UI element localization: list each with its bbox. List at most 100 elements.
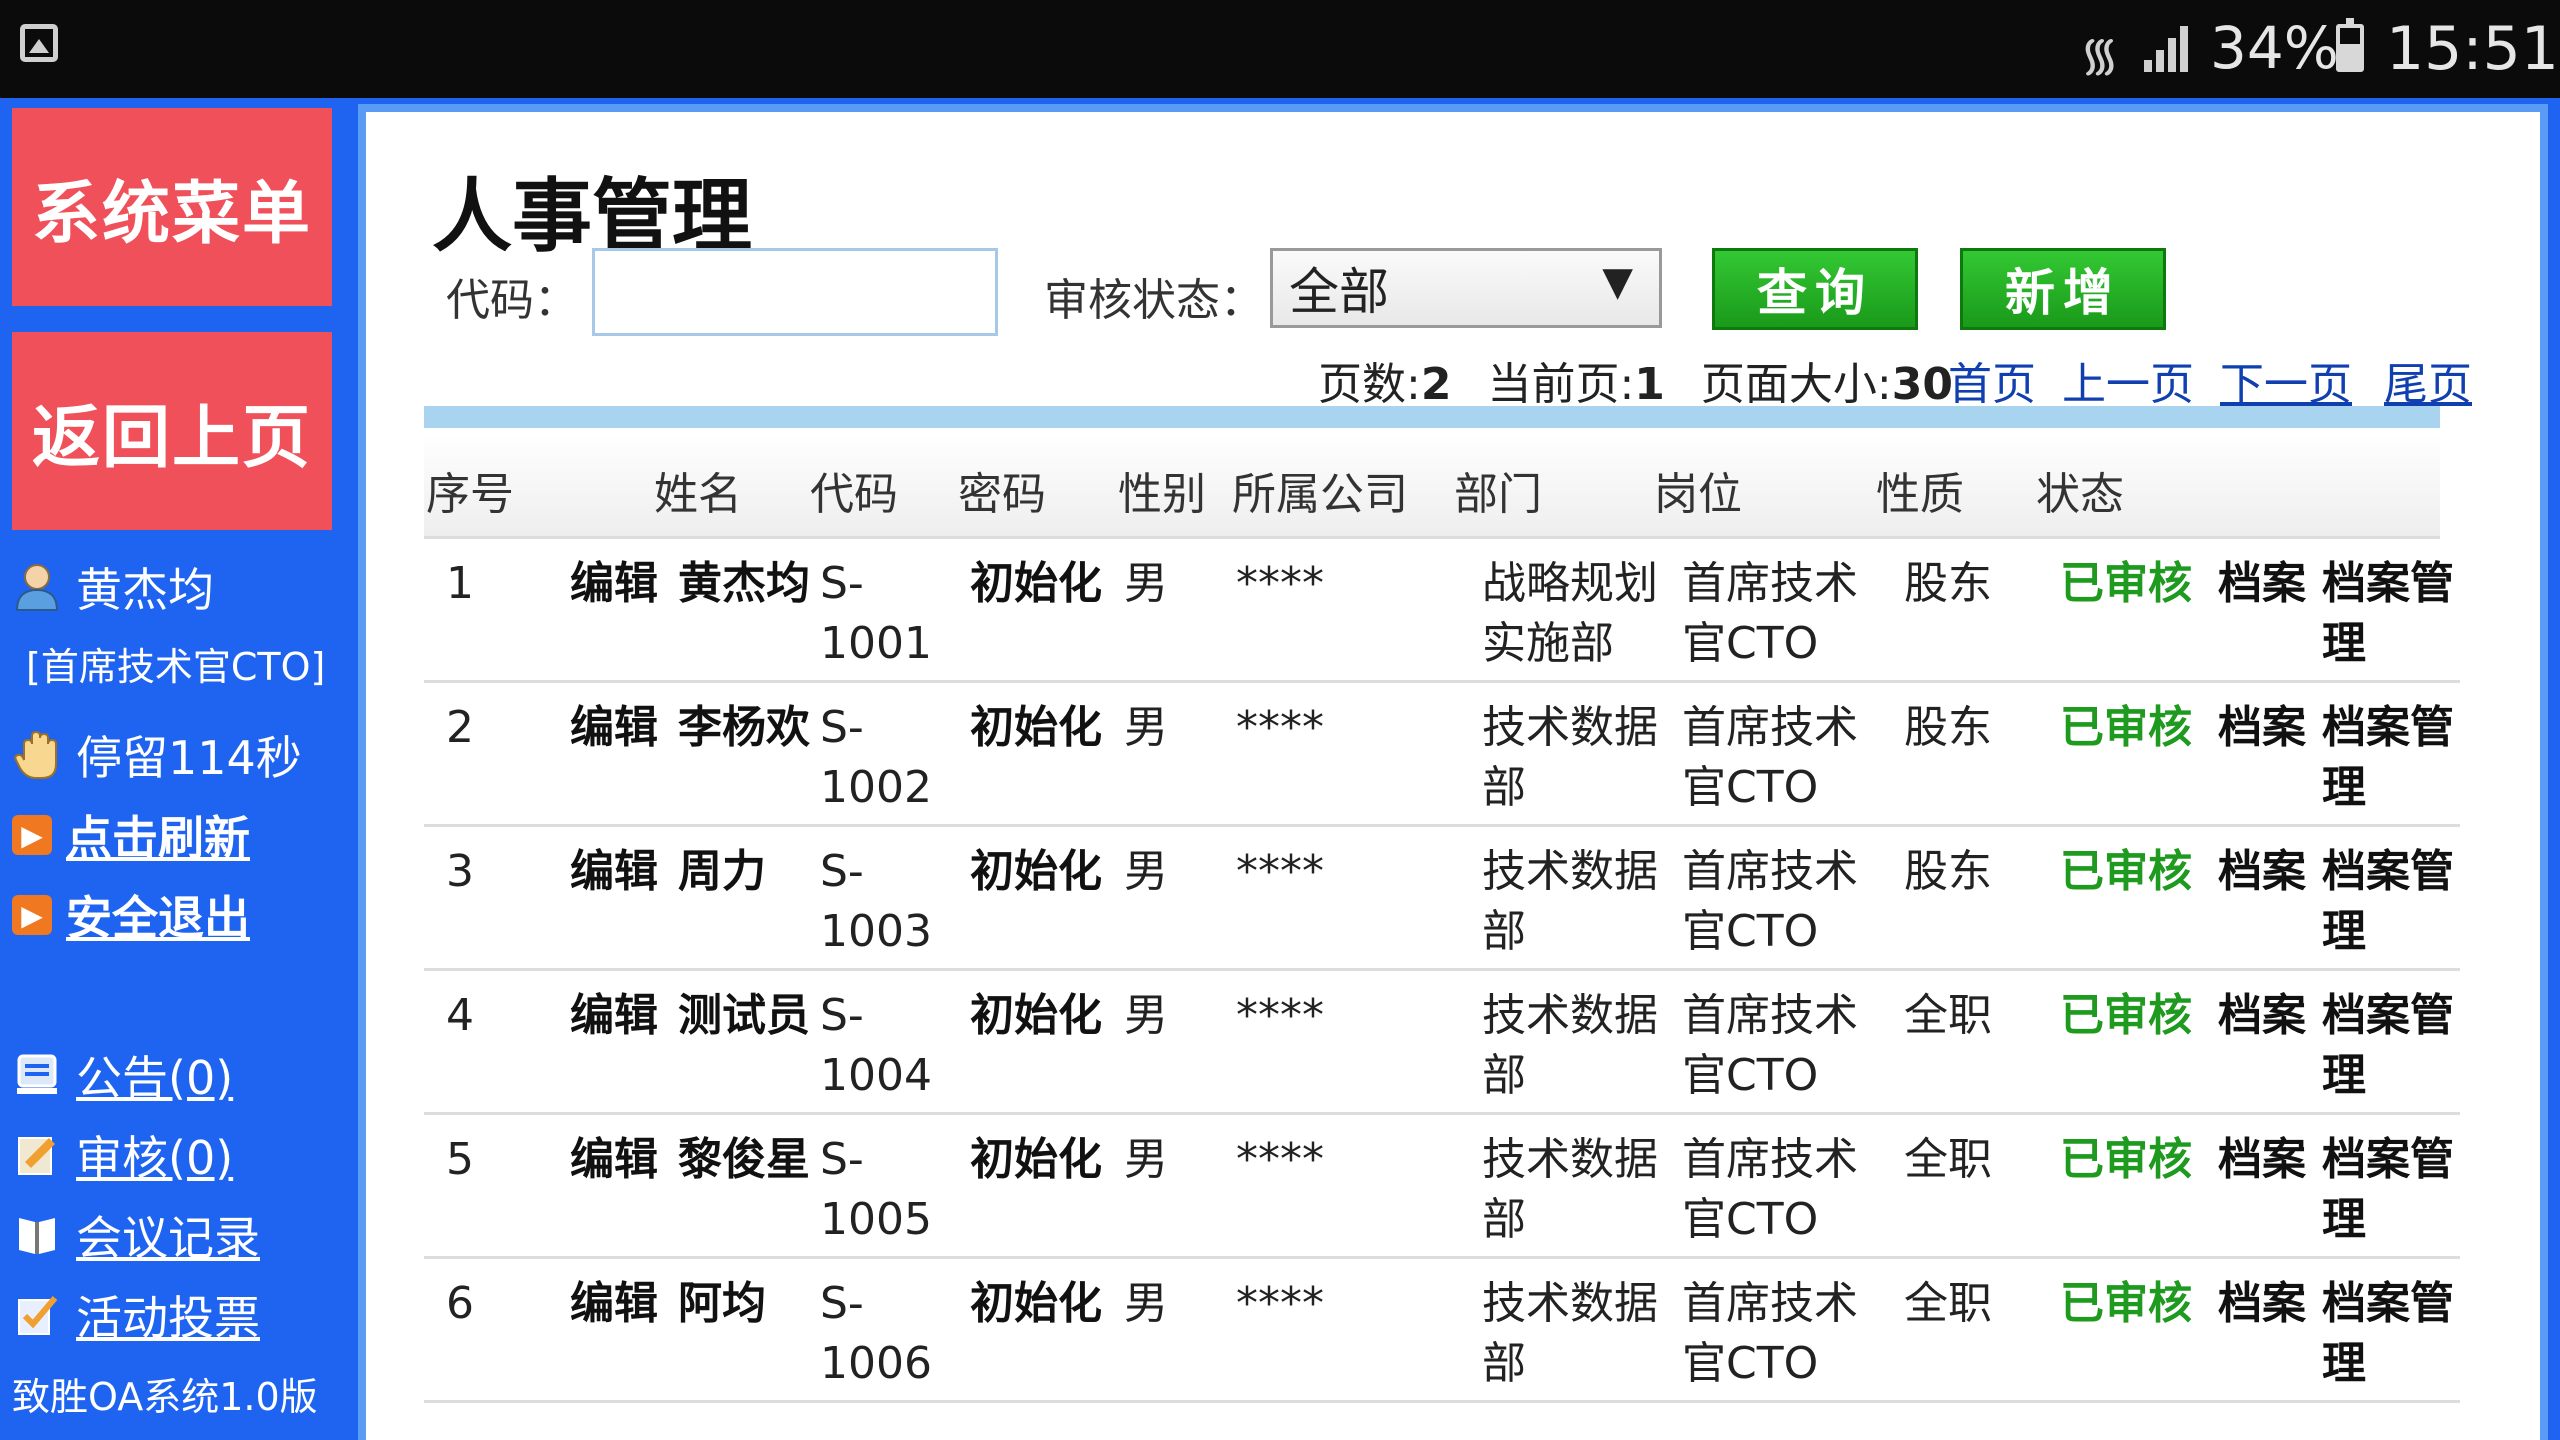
reset-password-link[interactable]: 初始化 bbox=[970, 1274, 1102, 1334]
last-page-link[interactable]: 尾页 bbox=[2384, 348, 2472, 412]
archive-management-link[interactable]: 档案管理 bbox=[2322, 1130, 2454, 1250]
reset-password-link[interactable]: 初始化 bbox=[970, 1130, 1102, 1190]
employee-post-line: 首席技术 bbox=[1682, 558, 1858, 609]
archive-link-line: 档案 bbox=[2218, 1134, 2306, 1185]
table-header: 序号 姓名 代码 密码 性别 所属公司 部门 岗位 性质 状态 bbox=[424, 434, 2440, 539]
employee-dept-line: 部 bbox=[1482, 1050, 1526, 1101]
edit-link[interactable]: 编辑 bbox=[570, 1274, 658, 1334]
edit-link[interactable]: 编辑 bbox=[570, 842, 658, 902]
row-number-line: 3 bbox=[446, 846, 474, 897]
employee-gender-line: 男 bbox=[1124, 558, 1168, 609]
employee-gender: 男 bbox=[1124, 1130, 1168, 1190]
back-button[interactable]: 返回上页 bbox=[12, 332, 332, 530]
archive-link[interactable]: 档案 bbox=[2218, 842, 2306, 902]
code-input[interactable] bbox=[592, 248, 998, 336]
archive-management-link[interactable]: 档案管理 bbox=[2322, 554, 2454, 674]
reset-password-link[interactable]: 初始化 bbox=[970, 698, 1102, 758]
edit-link[interactable]: 编辑 bbox=[570, 986, 658, 1046]
archive-management-link[interactable]: 档案管理 bbox=[2322, 842, 2454, 962]
archive-management-link[interactable]: 档案管理 bbox=[2322, 986, 2454, 1106]
refresh-row[interactable]: ▶ 点击刷新 bbox=[12, 802, 250, 868]
employee-post: 首席技术 官CTO bbox=[1682, 698, 1858, 818]
vote-link[interactable]: 活动投票 bbox=[76, 1282, 260, 1348]
reset-password-link-line: 初始化 bbox=[970, 1278, 1102, 1329]
employee-name: 阿均 bbox=[678, 1274, 766, 1334]
reset-password-link[interactable]: 初始化 bbox=[970, 986, 1102, 1046]
employee-name-line: 黄杰均 bbox=[678, 558, 810, 609]
system-menu-button[interactable]: 系统菜单 bbox=[12, 108, 332, 306]
employee-nature-line: 股东 bbox=[1904, 558, 1992, 609]
meeting-row[interactable]: 会议记录 bbox=[12, 1202, 260, 1268]
vote-row[interactable]: 活动投票 bbox=[12, 1282, 260, 1348]
notice-link[interactable]: 公告(0) bbox=[76, 1042, 233, 1108]
employee-post-line: 官CTO bbox=[1682, 906, 1819, 957]
logout-row[interactable]: ▶ 安全退出 bbox=[12, 882, 250, 948]
meeting-link[interactable]: 会议记录 bbox=[76, 1202, 260, 1268]
table-top-bar bbox=[424, 406, 2440, 428]
notice-row[interactable]: 公告(0) bbox=[12, 1042, 233, 1108]
archive-link[interactable]: 档案 bbox=[2218, 1274, 2306, 1334]
logout-link[interactable]: 安全退出 bbox=[66, 882, 250, 948]
next-page-link[interactable]: 下一页 bbox=[2220, 348, 2352, 412]
first-page-link[interactable]: 首页 bbox=[1948, 348, 2036, 412]
employee-post: 首席技术 官CTO bbox=[1682, 1130, 1858, 1250]
employee-name: 黎俊星 bbox=[678, 1130, 810, 1190]
archive-management-link-line: 档案管 bbox=[2322, 558, 2454, 609]
status-badge-line: 已审核 bbox=[2060, 558, 2192, 609]
vote-icon bbox=[12, 1290, 62, 1340]
refresh-link[interactable]: 点击刷新 bbox=[66, 802, 250, 868]
archive-link[interactable]: 档案 bbox=[2218, 986, 2306, 1046]
row-number-line: 6 bbox=[446, 1278, 474, 1329]
employee-code: S- 1006 bbox=[820, 1274, 932, 1394]
edit-link-line: 编辑 bbox=[570, 558, 658, 609]
employee-company-line: **** bbox=[1236, 990, 1324, 1041]
notice-icon bbox=[12, 1050, 62, 1100]
archive-management-link[interactable]: 档案管理 bbox=[2322, 1274, 2454, 1394]
employee-post-line: 首席技术 bbox=[1682, 846, 1858, 897]
employee-post: 首席技术 官CTO bbox=[1682, 986, 1858, 1106]
employee-dept: 战略规划 实施部 bbox=[1482, 554, 1658, 674]
col-post: 岗位 bbox=[1654, 469, 1742, 520]
reset-password-link[interactable]: 初始化 bbox=[970, 842, 1102, 902]
table-row: 2 编辑 李杨欢 S- 1002 初始化男 **** 技术数据部首席技术 官CTO 股东 已审核 档案… bbox=[424, 680, 2460, 827]
query-button[interactable]: 查询 bbox=[1712, 248, 1918, 330]
employee-gender-line: 男 bbox=[1124, 846, 1168, 897]
audit-status-select[interactable]: 全部 ▼ bbox=[1270, 248, 1662, 328]
employee-gender-line: 男 bbox=[1124, 1134, 1168, 1185]
employee-code: S- 1002 bbox=[820, 698, 932, 818]
employee-dept-line: 部 bbox=[1482, 1194, 1526, 1245]
employee-code-line: S- bbox=[820, 1278, 864, 1329]
employee-name-line: 阿均 bbox=[678, 1278, 766, 1329]
archive-link-line: 档案 bbox=[2218, 990, 2306, 1041]
employee-dept: 技术数据部 bbox=[1482, 698, 1658, 818]
archive-management-link-line: 理 bbox=[2322, 762, 2366, 813]
audit-status-value: 全部 bbox=[1289, 263, 1389, 321]
employee-company: **** bbox=[1236, 698, 1324, 758]
edit-link[interactable]: 编辑 bbox=[570, 554, 658, 614]
wifi-icon: ᯾ bbox=[2080, 27, 2120, 81]
battery-icon bbox=[2336, 18, 2364, 72]
archive-link-line: 档案 bbox=[2218, 558, 2306, 609]
employee-company: **** bbox=[1236, 986, 1324, 1046]
audit-icon bbox=[12, 1130, 62, 1180]
employee-post-line: 官CTO bbox=[1682, 1050, 1819, 1101]
archive-link[interactable]: 档案 bbox=[2218, 698, 2306, 758]
archive-management-link-line: 档案管 bbox=[2322, 1278, 2454, 1329]
add-button[interactable]: 新增 bbox=[1960, 248, 2166, 330]
employee-company: **** bbox=[1236, 554, 1324, 614]
employee-dept-line: 部 bbox=[1482, 906, 1526, 957]
employee-nature-line: 股东 bbox=[1904, 702, 1992, 753]
archive-link[interactable]: 档案 bbox=[2218, 554, 2306, 614]
edit-link[interactable]: 编辑 bbox=[570, 698, 658, 758]
archive-management-link[interactable]: 档案管理 bbox=[2322, 698, 2454, 818]
status-badge-line: 已审核 bbox=[2060, 990, 2192, 1041]
archive-link[interactable]: 档案 bbox=[2218, 1130, 2306, 1190]
employee-name: 黄杰均 bbox=[678, 554, 810, 614]
prev-page-link[interactable]: 上一页 bbox=[2062, 348, 2194, 412]
audit-link[interactable]: 审核(0) bbox=[76, 1122, 233, 1188]
reset-password-link[interactable]: 初始化 bbox=[970, 554, 1102, 614]
current-page-value: 1 bbox=[1634, 359, 1665, 410]
employee-nature: 全职 bbox=[1904, 1274, 1992, 1334]
audit-row[interactable]: 审核(0) bbox=[12, 1122, 233, 1188]
edit-link[interactable]: 编辑 bbox=[570, 1130, 658, 1190]
